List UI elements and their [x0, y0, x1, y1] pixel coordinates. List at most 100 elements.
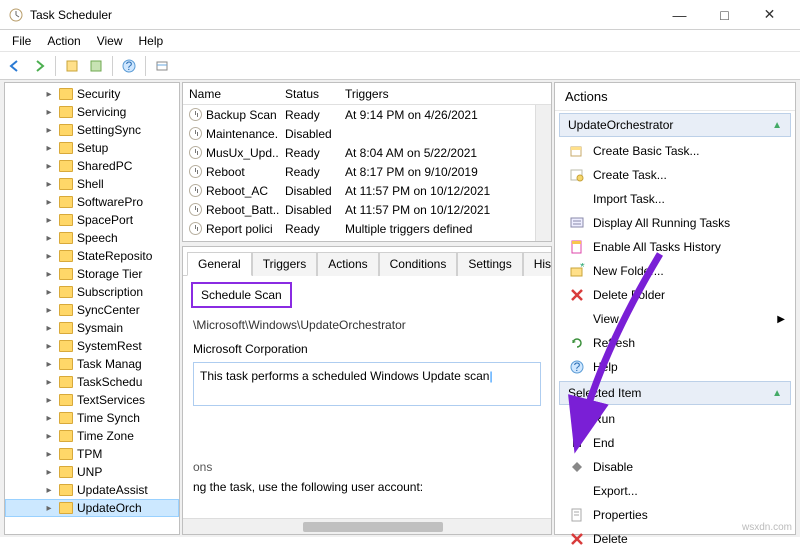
tree-node-spaceport[interactable]: ▸SpacePort — [5, 211, 179, 229]
tree-node-sharedpc[interactable]: ▸SharedPC — [5, 157, 179, 175]
expand-icon[interactable]: ▸ — [43, 485, 55, 496]
task-list[interactable]: Name Status Triggers Backup ScanReadyAt … — [182, 82, 552, 242]
tree-node-systemrest[interactable]: ▸SystemRest — [5, 337, 179, 355]
action-end[interactable]: End — [555, 431, 795, 455]
tree-node-updateassist[interactable]: ▸UpdateAssist — [5, 481, 179, 499]
expand-icon[interactable]: ▸ — [43, 413, 55, 424]
task-row[interactable]: MusUx_Upd...ReadyAt 8:04 AM on 5/22/2021 — [183, 143, 551, 162]
tree-node-subscription[interactable]: ▸Subscription — [5, 283, 179, 301]
forward-button[interactable] — [28, 55, 50, 77]
expand-icon[interactable]: ▸ — [43, 503, 55, 514]
expand-icon[interactable]: ▸ — [43, 323, 55, 334]
task-icon — [189, 184, 202, 197]
task-row[interactable]: Reboot_Batt...DisabledAt 11:57 PM on 10/… — [183, 200, 551, 219]
action-new-folder[interactable]: *New Folder... — [555, 259, 795, 283]
tree-node-taskschedu[interactable]: ▸TaskSchedu — [5, 373, 179, 391]
expand-icon[interactable]: ▸ — [43, 125, 55, 136]
tree-node-unp[interactable]: ▸UNP — [5, 463, 179, 481]
tree-node-synccenter[interactable]: ▸SyncCenter — [5, 301, 179, 319]
col-status[interactable]: Status — [279, 85, 339, 103]
toolbar-icon-3[interactable] — [151, 55, 173, 77]
menu-action[interactable]: Action — [39, 32, 88, 50]
maximize-button[interactable]: □ — [702, 1, 747, 29]
task-row[interactable]: RebootReadyAt 8:17 PM on 9/10/2019 — [183, 162, 551, 181]
expand-icon[interactable]: ▸ — [43, 287, 55, 298]
action-create-task[interactable]: Create Task... — [555, 163, 795, 187]
tree-node-task manag[interactable]: ▸Task Manag — [5, 355, 179, 373]
expand-icon[interactable]: ▸ — [43, 269, 55, 280]
tree-node-setup[interactable]: ▸Setup — [5, 139, 179, 157]
task-row[interactable]: Backup ScanReadyAt 9:14 PM on 4/26/2021 — [183, 105, 551, 124]
tree-node-shell[interactable]: ▸Shell — [5, 175, 179, 193]
toolbar-icon-1[interactable] — [61, 55, 83, 77]
help-icon[interactable]: ? — [118, 55, 140, 77]
actions-group-orchestrator[interactable]: UpdateOrchestrator▲ — [559, 113, 791, 137]
nav-tree[interactable]: ▸Security▸Servicing▸SettingSync▸Setup▸Sh… — [4, 82, 180, 535]
tab-history[interactable]: Hist — [523, 252, 552, 276]
action-display-all-running-tasks[interactable]: Display All Running Tasks — [555, 211, 795, 235]
minimize-button[interactable]: — — [657, 1, 702, 29]
task-row-status: Ready — [279, 106, 339, 124]
tree-node-security[interactable]: ▸Security — [5, 85, 179, 103]
expand-icon[interactable]: ▸ — [43, 107, 55, 118]
expand-icon[interactable]: ▸ — [43, 179, 55, 190]
tree-node-speech[interactable]: ▸Speech — [5, 229, 179, 247]
expand-icon[interactable]: ▸ — [43, 215, 55, 226]
tree-node-settingsync[interactable]: ▸SettingSync — [5, 121, 179, 139]
action-disable[interactable]: Disable — [555, 455, 795, 479]
tab-conditions[interactable]: Conditions — [379, 252, 458, 276]
tab-settings[interactable]: Settings — [457, 252, 522, 276]
back-button[interactable] — [4, 55, 26, 77]
tree-node-storage tier[interactable]: ▸Storage Tier — [5, 265, 179, 283]
close-button[interactable]: ✕ — [747, 1, 792, 29]
action-view[interactable]: View▶ — [555, 307, 795, 331]
expand-icon[interactable]: ▸ — [43, 161, 55, 172]
menu-file[interactable]: File — [4, 32, 39, 50]
col-name[interactable]: Name — [183, 85, 279, 103]
expand-icon[interactable]: ▸ — [43, 233, 55, 244]
expand-icon[interactable]: ▸ — [43, 143, 55, 154]
action-help[interactable]: ?Help — [555, 355, 795, 379]
expand-icon[interactable]: ▸ — [43, 377, 55, 388]
task-list-scrollbar[interactable] — [535, 105, 551, 241]
tree-node-servicing[interactable]: ▸Servicing — [5, 103, 179, 121]
tab-general[interactable]: General — [187, 252, 252, 276]
action-delete-folder[interactable]: Delete Folder — [555, 283, 795, 307]
toolbar-icon-2[interactable] — [85, 55, 107, 77]
tree-node-updateorch[interactable]: ▸UpdateOrch — [5, 499, 179, 517]
tab-actions[interactable]: Actions — [317, 252, 378, 276]
expand-icon[interactable]: ▸ — [43, 449, 55, 460]
expand-icon[interactable]: ▸ — [43, 305, 55, 316]
action-run[interactable]: Run — [555, 407, 795, 431]
task-description[interactable]: This task performs a scheduled Windows U… — [193, 362, 541, 406]
action-import-task[interactable]: Import Task... — [555, 187, 795, 211]
menu-view[interactable]: View — [89, 32, 131, 50]
expand-icon[interactable]: ▸ — [43, 341, 55, 352]
expand-icon[interactable]: ▸ — [43, 89, 55, 100]
tree-node-statereposito[interactable]: ▸StateReposito — [5, 247, 179, 265]
expand-icon[interactable]: ▸ — [43, 359, 55, 370]
details-hscroll[interactable] — [183, 518, 551, 534]
task-row[interactable]: Report policiReadyMultiple triggers defi… — [183, 219, 551, 238]
action-create-basic-task[interactable]: Create Basic Task... — [555, 139, 795, 163]
expand-icon[interactable]: ▸ — [43, 467, 55, 478]
col-triggers[interactable]: Triggers — [339, 85, 551, 103]
action-refresh[interactable]: Refresh — [555, 331, 795, 355]
action-enable-all-tasks-history[interactable]: Enable All Tasks History — [555, 235, 795, 259]
tree-node-sysmain[interactable]: ▸Sysmain — [5, 319, 179, 337]
expand-icon[interactable]: ▸ — [43, 431, 55, 442]
task-row[interactable]: Maintenance...Disabled — [183, 124, 551, 143]
tree-node-tpm[interactable]: ▸TPM — [5, 445, 179, 463]
tree-node-time synch[interactable]: ▸Time Synch — [5, 409, 179, 427]
expand-icon[interactable]: ▸ — [43, 251, 55, 262]
tree-node-softwarepro[interactable]: ▸SoftwarePro — [5, 193, 179, 211]
task-row[interactable]: Reboot_ACDisabledAt 11:57 PM on 10/12/20… — [183, 181, 551, 200]
menu-help[interactable]: Help — [131, 32, 172, 50]
expand-icon[interactable]: ▸ — [43, 197, 55, 208]
actions-group-selected[interactable]: Selected Item▲ — [559, 381, 791, 405]
expand-icon[interactable]: ▸ — [43, 395, 55, 406]
tree-node-time zone[interactable]: ▸Time Zone — [5, 427, 179, 445]
tab-triggers[interactable]: Triggers — [252, 252, 318, 276]
action-export[interactable]: Export... — [555, 479, 795, 503]
tree-node-textservices[interactable]: ▸TextServices — [5, 391, 179, 409]
